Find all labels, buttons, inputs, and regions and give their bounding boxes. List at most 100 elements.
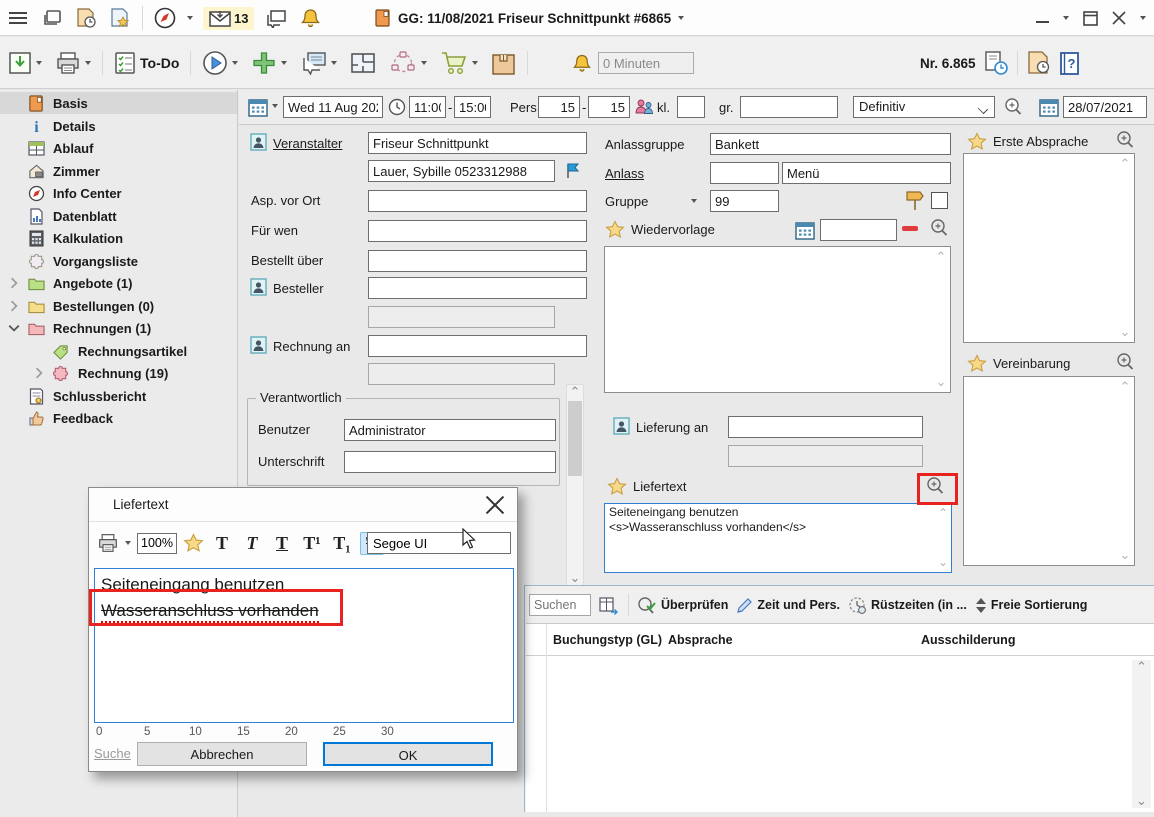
history-document-icon[interactable]: [1026, 51, 1051, 75]
chat-icon[interactable]: [264, 6, 288, 30]
help-icon[interactable]: ?: [1059, 51, 1081, 76]
contact-person-field[interactable]: [368, 160, 555, 182]
document-favorite-icon[interactable]: [108, 6, 132, 30]
sidebar-item-vorgangsliste[interactable]: Vorgangsliste: [0, 250, 237, 272]
gruppe-field[interactable]: [710, 190, 779, 212]
besteller-contact-field[interactable]: [368, 306, 555, 328]
check-button[interactable]: Überprüfen: [637, 596, 728, 614]
package-button[interactable]: [489, 49, 518, 78]
lieferungan-field[interactable]: [728, 416, 923, 438]
print-button[interactable]: [53, 49, 93, 77]
star-icon[interactable]: [967, 132, 987, 151]
comments-dropdown-caret[interactable]: [331, 61, 337, 65]
besteller-field[interactable]: [368, 277, 587, 299]
sidebar-item-rechnungsartikel[interactable]: Rechnungsartikel: [0, 340, 237, 362]
contact-icon[interactable]: [250, 336, 267, 354]
sidebar-item-datenblatt[interactable]: Datenblatt: [0, 205, 237, 227]
font-field[interactable]: [367, 532, 511, 554]
zoom-field[interactable]: [137, 533, 177, 554]
sidebar-item-ablauf[interactable]: Ablauf: [0, 137, 237, 159]
asp-field[interactable]: [368, 190, 587, 212]
import-button[interactable]: [6, 49, 44, 77]
contact-icon[interactable]: [613, 417, 630, 435]
benutzer-field[interactable]: [344, 419, 556, 441]
title-dropdown-caret[interactable]: [678, 16, 684, 20]
unterschrift-field[interactable]: [344, 451, 556, 473]
windows-cascade-icon[interactable]: [40, 6, 64, 30]
sidebar-item-feedback[interactable]: Feedback: [0, 407, 237, 429]
vereinbarung-zoom-icon[interactable]: [1115, 352, 1135, 372]
event-date-field[interactable]: [283, 96, 383, 118]
rechnungan-contact-field[interactable]: [368, 363, 555, 385]
persons-to-field[interactable]: [588, 96, 630, 118]
cart-button[interactable]: [438, 48, 480, 78]
print-dropdown-caret[interactable]: [125, 541, 131, 545]
star-icon[interactable]: [605, 220, 625, 239]
column-header-buchungstyp[interactable]: Buchungstyp (GL): [553, 633, 662, 647]
hamburger-menu-icon[interactable]: [6, 6, 30, 30]
anlass-name-field[interactable]: [782, 162, 951, 184]
document-refresh-icon[interactable]: [984, 50, 1009, 76]
sidebar-item-details[interactable]: i Details: [0, 115, 237, 137]
reminder-bell-icon[interactable]: [573, 53, 591, 74]
status-combobox[interactable]: Definitiv: [853, 96, 995, 118]
underline-button[interactable]: T: [270, 533, 294, 554]
created-date-field[interactable]: [1063, 96, 1147, 118]
add-button[interactable]: [249, 48, 289, 78]
rechnungan-field[interactable]: [368, 335, 587, 357]
column-header-absprache[interactable]: Absprache: [668, 633, 733, 647]
calendar-icon[interactable]: [1039, 97, 1059, 117]
sidebar-item-basis[interactable]: Basis: [0, 92, 237, 114]
minimize-button[interactable]: [1036, 14, 1049, 23]
contact-icon[interactable]: [250, 278, 267, 296]
print-icon[interactable]: [97, 533, 119, 553]
bestellt-field[interactable]: [368, 250, 587, 272]
lieferungan-contact-field[interactable]: [728, 445, 923, 467]
sidebar-item-angebote[interactable]: Angebote (1): [0, 272, 237, 294]
vereinbarung-textarea[interactable]: ⌃⌄: [963, 376, 1135, 566]
navigation-compass-icon[interactable]: [153, 6, 177, 30]
star-icon[interactable]: [967, 354, 987, 373]
time-from-field[interactable]: [409, 96, 446, 118]
star-icon[interactable]: [607, 477, 627, 496]
anlass-label[interactable]: Anlass: [605, 166, 644, 181]
calendar-icon[interactable]: [795, 220, 815, 240]
start-dropdown-caret[interactable]: [232, 61, 238, 65]
search-input[interactable]: [529, 594, 591, 616]
veranstalter-label[interactable]: Veranstalter: [273, 136, 342, 151]
ok-button[interactable]: OK: [323, 742, 493, 766]
seating-diagram-button[interactable]: [387, 48, 429, 78]
table-export-icon[interactable]: [599, 596, 620, 615]
sidebar-item-zimmer[interactable]: Zimmer: [0, 160, 237, 182]
sidebar-item-bestellungen[interactable]: Bestellungen (0): [0, 295, 237, 317]
seating-dropdown-caret[interactable]: [421, 61, 427, 65]
gr-field[interactable]: [740, 96, 838, 118]
erste-absprache-textarea[interactable]: ⌃⌄: [963, 153, 1135, 343]
reminder-minutes-field[interactable]: [598, 52, 694, 74]
star-format-icon[interactable]: [183, 533, 204, 553]
compass-dropdown-caret[interactable]: [187, 16, 193, 20]
start-process-button[interactable]: [200, 48, 240, 78]
setup-times-button[interactable]: Rüstzeiten (in ...: [848, 596, 967, 615]
floorplan-button[interactable]: [348, 49, 378, 77]
free-sort-button[interactable]: Freie Sortierung: [975, 597, 1088, 614]
time-to-field[interactable]: [454, 96, 491, 118]
wiedervorlage-textarea[interactable]: ⌃⌄: [604, 246, 951, 393]
signpost-icon[interactable]: [905, 188, 925, 212]
calendar-dropdown-caret[interactable]: [272, 104, 278, 108]
suche-link[interactable]: Suche: [94, 746, 131, 761]
minimize-dropdown-caret[interactable]: [1063, 16, 1069, 20]
restore-button[interactable]: [1083, 11, 1098, 26]
close-button[interactable]: [1112, 11, 1126, 25]
bell-icon[interactable]: [298, 6, 322, 30]
fuerwen-field[interactable]: [368, 220, 587, 242]
sidebar-item-kalkulation[interactable]: Kalkulation: [0, 227, 237, 249]
form-scrollbar[interactable]: ⌃ ⌄: [566, 384, 584, 586]
cancel-button[interactable]: Abbrechen: [137, 742, 307, 766]
magnifier-plus-icon[interactable]: [1003, 97, 1023, 117]
kl-field[interactable]: [677, 96, 705, 118]
wiedervorlage-date-field[interactable]: [820, 219, 897, 241]
bookings-table[interactable]: Buchungstyp (GL) Absprache Ausschilderun…: [526, 623, 1154, 812]
add-dropdown-caret[interactable]: [281, 61, 287, 65]
close-dropdown-caret[interactable]: [1140, 16, 1146, 20]
